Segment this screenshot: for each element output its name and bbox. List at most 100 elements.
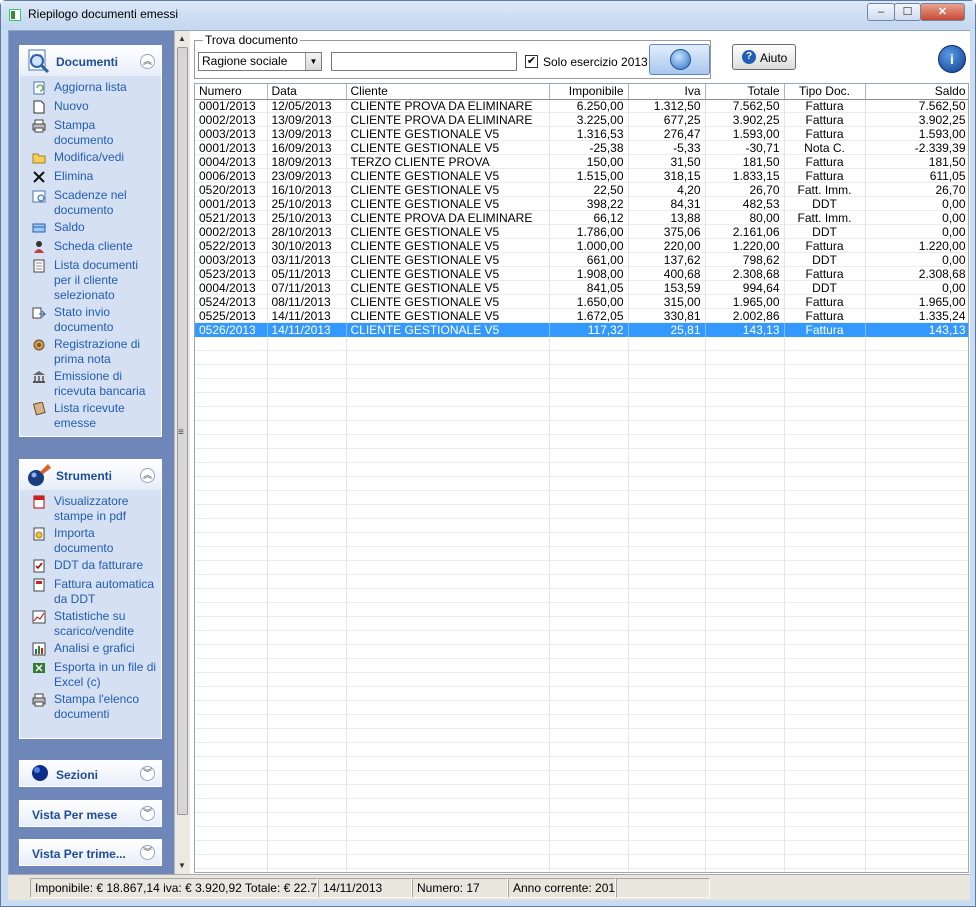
dropdown-arrow-icon[interactable]: ▼ <box>305 53 321 70</box>
search-button[interactable] <box>649 44 710 75</box>
sidebar-item-scheda-cliente[interactable]: Scheda cliente <box>20 239 161 256</box>
scroll-up-arrow-icon[interactable]: ▲ <box>178 34 186 43</box>
sidebar-item-fattura-automatica-da-ddt[interactable]: Fattura automatica da DDT <box>20 577 161 607</box>
help-button[interactable]: ? Aiuto <box>732 44 796 70</box>
maximize-button[interactable]: ☐ <box>894 3 921 21</box>
table-row[interactable]: 0002/2013 13/09/2013 CLIENTE PROVA DA ELIM… <box>195 113 968 127</box>
minimize-button[interactable]: ‒ <box>867 3 895 21</box>
collapse-chevron-icon[interactable]: ︽ <box>140 468 155 483</box>
sidebar-item-lista-documenti-per-il-cliente-selezionato[interactable]: Lista documenti per il cliente seleziona… <box>20 258 161 303</box>
sidebar-item-ddt-da-fatturare[interactable]: DDT da fatturare <box>20 558 161 575</box>
sidebar-item-stampa-l-elenco-documenti[interactable]: Stampa l'elenco documenti <box>20 692 161 722</box>
folder-icon <box>32 153 46 164</box>
table-row[interactable]: 0003/2013 13/09/2013 CLIENTE GESTIONALE V5… <box>195 127 968 141</box>
column-header-cliente[interactable]: Cliente <box>346 84 550 100</box>
cell-cliente: CLIENTE GESTIONALE V5 <box>346 183 550 197</box>
column-header-totale[interactable]: Totale <box>705 84 785 100</box>
panel-strumenti-items: Visualizzatore stampe in pdf Importa docu… <box>20 490 161 730</box>
sidebar-item-saldo[interactable]: Saldo <box>20 220 161 237</box>
sidebar-item-visualizzatore-stampe-in-pdf[interactable]: Visualizzatore stampe in pdf <box>20 494 161 524</box>
sidebar-item-importa-documento[interactable]: Importa documento <box>20 526 161 556</box>
send-status-icon <box>32 307 46 319</box>
sidebar-item-scadenze-nel-documento[interactable]: Scadenze nel documento <box>20 188 161 218</box>
panel-vista-mese[interactable]: Vista Per mese ︾ <box>19 800 162 827</box>
table-row[interactable]: 0001/2013 25/10/2013 CLIENTE GESTIONALE V5… <box>195 197 968 211</box>
cell-imponibile: 1.672,05 <box>549 309 629 323</box>
cell-totale: 1.965,00 <box>705 295 785 309</box>
panel-sezioni[interactable]: Sezioni ︾ <box>19 760 162 787</box>
sidebar-item-lista-ricevute-emesse[interactable]: Lista ricevute emesse <box>20 401 161 431</box>
table-row[interactable]: 0524/2013 08/11/2013 CLIENTE GESTIONALE V5… <box>195 295 968 309</box>
search-input[interactable] <box>331 52 517 71</box>
table-row[interactable]: 0004/2013 18/09/2013 TERZO CLIENTE PROVA 15… <box>195 155 968 169</box>
cell-data: 07/11/2013 <box>267 281 347 295</box>
column-header-imponibile[interactable]: Imponibile <box>549 84 629 100</box>
sidebar-item-stampa-documento[interactable]: Stampa documento <box>20 118 161 148</box>
documents-grid[interactable]: Numero Data Cliente Imponibile Iva Total… <box>194 83 969 873</box>
sidebar-item-stato-invio-documento[interactable]: Stato invio documento <box>20 305 161 335</box>
excel-icon <box>33 663 45 673</box>
cell-iva: 153,59 <box>628 281 706 295</box>
panel-vista-trimestre[interactable]: Vista Per trime... ︾ <box>19 839 162 866</box>
expand-chevron-icon[interactable]: ︾ <box>140 845 155 860</box>
table-row[interactable]: 0520/2013 16/10/2013 CLIENTE GESTIONALE V5… <box>195 183 968 197</box>
close-button[interactable]: ✕ <box>920 3 965 21</box>
sidebar-item-emissione-di-ricevuta-bancaria[interactable]: Emissione di ricevuta bancaria <box>20 369 161 399</box>
person-icon <box>34 241 44 253</box>
sidebar-item-modifica-vedi[interactable]: Modifica/vedi <box>20 150 161 167</box>
sidebar-item-registrazione-di-prima-nota[interactable]: Registrazione di prima nota <box>20 337 161 367</box>
cell-tipo-doc: DDT <box>784 197 866 211</box>
sidebar-scrollbar[interactable]: ▲ ≡ ▼ <box>174 31 190 875</box>
sidebar-item-statistiche-su-scarico-vendite[interactable]: Statistiche su scarico/vendite <box>20 609 161 639</box>
column-header-iva[interactable]: Iva <box>628 84 706 100</box>
table-row[interactable]: 0521/2013 25/10/2013 CLIENTE PROVA DA ELIM… <box>195 211 968 225</box>
column-header-saldo[interactable]: Saldo <box>865 84 968 100</box>
column-header-numero[interactable]: Numero <box>195 84 268 100</box>
cell-saldo: 143,13 <box>865 323 968 337</box>
sidebar-item-label: Elimina <box>54 169 94 183</box>
calendar-clock-icon <box>32 190 46 203</box>
status-year: Anno corrente: 2013 <box>508 878 616 898</box>
expand-chevron-icon[interactable]: ︾ <box>140 766 155 781</box>
panel-strumenti-header[interactable]: Strumenti ︽ <box>20 460 161 490</box>
column-header-tipo-doc[interactable]: Tipo Doc. <box>784 84 866 100</box>
solo-esercizio-checkbox[interactable]: ✔ <box>525 55 538 68</box>
table-row[interactable]: 0001/2013 16/09/2013 CLIENTE GESTIONALE V5… <box>195 141 968 155</box>
panel-documenti-header[interactable]: Documenti ︽ <box>20 46 161 76</box>
column-header-data[interactable]: Data <box>267 84 347 100</box>
table-row[interactable]: 0006/2013 23/09/2013 CLIENTE GESTIONALE V5… <box>195 169 968 183</box>
status-count: Numero: 17 <box>412 878 508 898</box>
sidebar-item-nuovo[interactable]: Nuovo <box>20 99 161 116</box>
sidebar-item-analisi-e-grafici[interactable]: Analisi e grafici <box>20 641 161 658</box>
table-row[interactable]: 0525/2013 14/11/2013 CLIENTE GESTIONALE V5… <box>195 309 968 323</box>
table-row[interactable]: 0003/2013 03/11/2013 CLIENTE GESTIONALE V5… <box>195 253 968 267</box>
splitter-grip-icon[interactable]: ≡ <box>178 427 184 438</box>
cell-imponibile: 398,22 <box>549 197 629 211</box>
info-button[interactable]: i <box>938 45 966 73</box>
table-row[interactable]: 0522/2013 30/10/2013 CLIENTE GESTIONALE V5… <box>195 239 968 253</box>
cell-imponibile: 1.650,00 <box>549 295 629 309</box>
sidebar-item-esporta-in-un-file-di-excel-c[interactable]: Esporta in un file di Excel (c) <box>20 660 161 690</box>
table-row[interactable]: 0004/2013 07/11/2013 CLIENTE GESTIONALE V5… <box>195 281 968 295</box>
collapse-chevron-icon[interactable]: ︽ <box>140 54 155 69</box>
table-row[interactable]: 0001/2013 12/05/2013 CLIENTE PROVA DA ELIM… <box>195 99 968 113</box>
table-row[interactable]: 0523/2013 05/11/2013 CLIENTE GESTIONALE V5… <box>195 267 968 281</box>
title-bar[interactable]: Riepilogo documenti emessi ‒ ☐ ✕ <box>1 1 975 29</box>
table-row[interactable]: 0002/2013 28/10/2013 CLIENTE GESTIONALE V5… <box>195 225 968 239</box>
expand-chevron-icon[interactable]: ︾ <box>140 806 155 821</box>
cell-numero: 0523/2013 <box>195 267 268 281</box>
table-row[interactable]: 0526/2013 14/11/2013 CLIENTE GESTIONALE V5… <box>195 323 968 337</box>
cell-tipo-doc: Fattura <box>784 99 866 113</box>
cell-imponibile: 66,12 <box>549 211 629 225</box>
status-bar: Imponibile: € 18.867,14 iva: € 3.920,92 … <box>8 874 970 900</box>
cell-saldo: 0,00 <box>865 211 968 225</box>
search-field-select[interactable]: Ragione sociale ▼ <box>198 52 322 71</box>
cell-totale: 798,62 <box>705 253 785 267</box>
cell-imponibile: 3.225,00 <box>549 113 629 127</box>
cell-cliente: CLIENTE GESTIONALE V5 <box>346 169 550 183</box>
search-icon <box>670 49 691 70</box>
sidebar-item-aggiorna-lista[interactable]: Aggiorna lista <box>20 80 161 97</box>
scroll-down-arrow-icon[interactable]: ▼ <box>178 861 186 870</box>
sidebar-item-elimina[interactable]: Elimina <box>20 169 161 186</box>
cell-imponibile: 1.908,00 <box>549 267 629 281</box>
